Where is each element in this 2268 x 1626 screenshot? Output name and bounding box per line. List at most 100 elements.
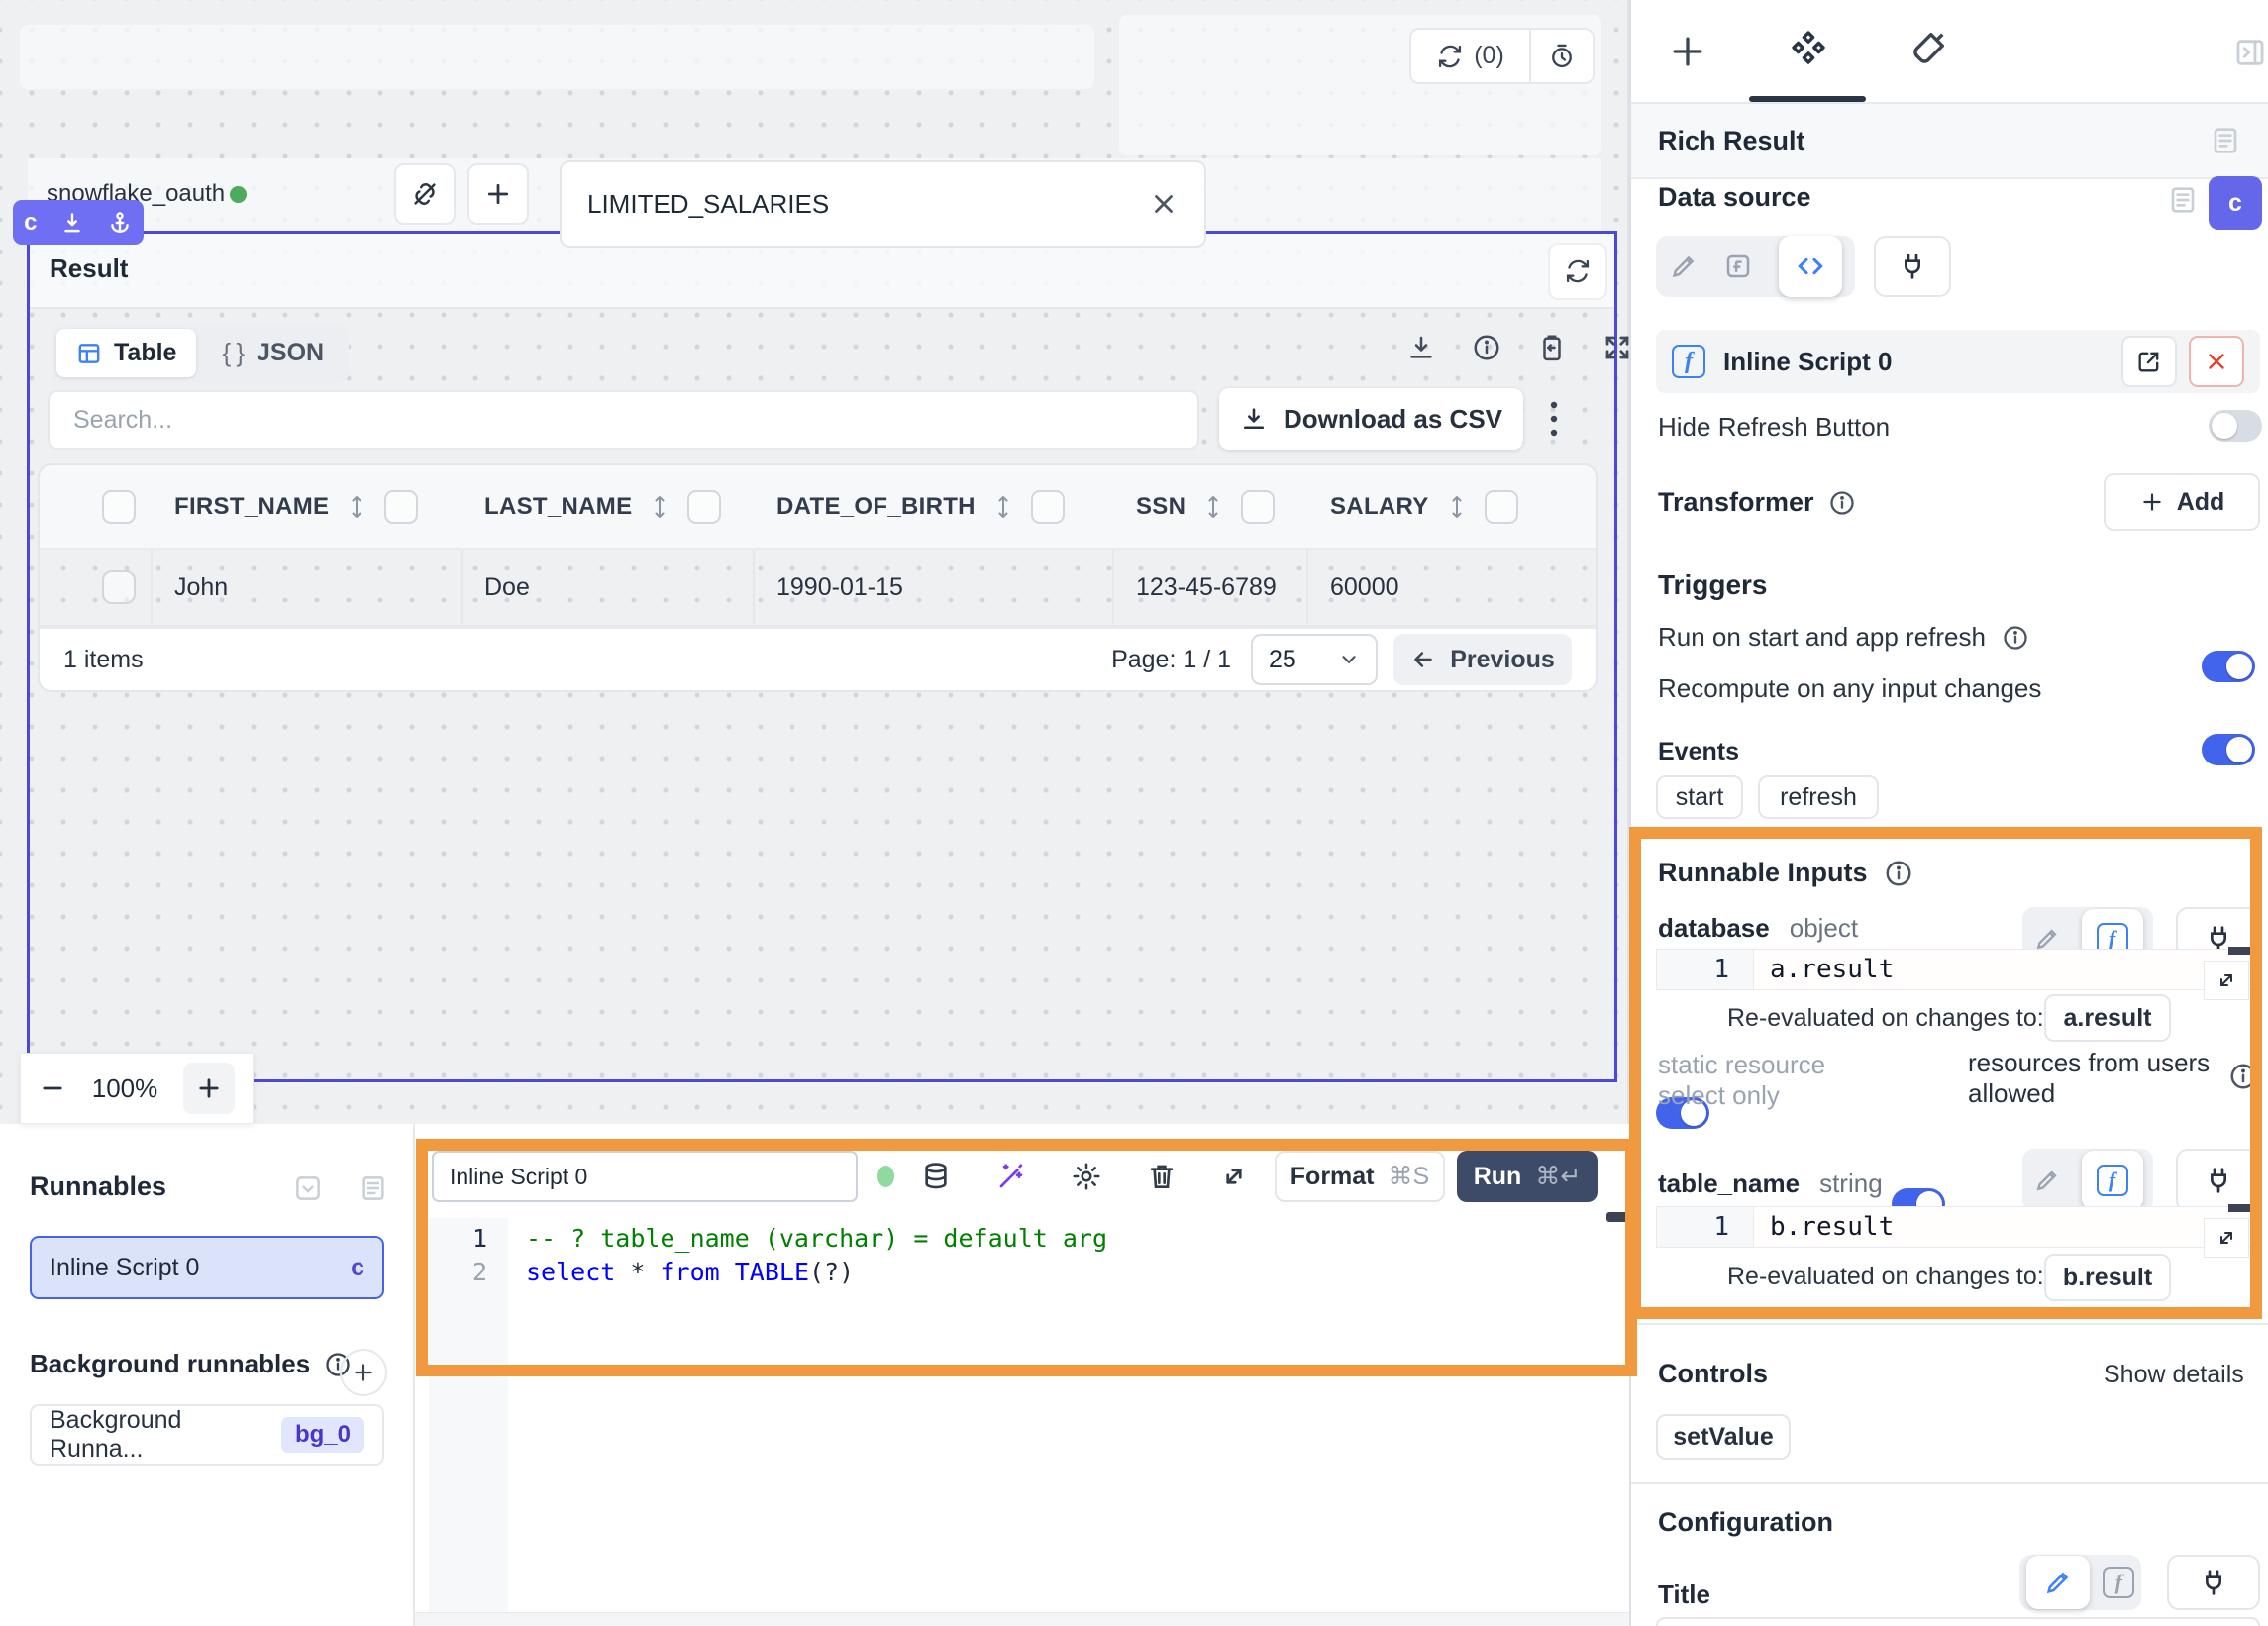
copy-to-clipboard-icon[interactable] (1537, 333, 1567, 362)
column-filter-checkbox[interactable] (687, 490, 721, 524)
collapse-panel-icon[interactable] (293, 1173, 323, 1203)
column-header-first-name[interactable]: FIRST_NAME (174, 465, 418, 548)
table-menu-button[interactable] (1549, 392, 1559, 446)
remove-script-button[interactable] (2189, 336, 2244, 387)
column-filter-checkbox[interactable] (1241, 490, 1275, 524)
input-database-code[interactable]: 1 a.result (1656, 949, 2260, 990)
info-icon[interactable] (1828, 489, 1856, 517)
editor-hscrollbar[interactable] (415, 1612, 1631, 1626)
sort-icon[interactable] (1201, 492, 1225, 522)
database-reeval-target[interactable]: a.result (2044, 994, 2171, 1042)
open-script-button[interactable] (2121, 336, 2177, 387)
column-divider (1306, 550, 1308, 625)
title-connect-button[interactable] (2167, 1555, 2260, 1610)
row-checkbox[interactable] (102, 570, 136, 604)
show-details-link[interactable]: Show details (2104, 1361, 2244, 1389)
info-icon[interactable] (2228, 1062, 2258, 1091)
recompute-toggle[interactable] (2202, 734, 2255, 765)
select-all-checkbox[interactable] (102, 490, 136, 524)
zoom-in-button[interactable] (183, 1063, 235, 1114)
expand-icon[interactable] (1602, 333, 1632, 362)
input-table-name-connect-button[interactable] (2176, 1149, 2260, 1212)
expand-down-icon[interactable] (59, 210, 85, 236)
control-chip-setvalue[interactable]: setValue (1656, 1414, 1791, 1460)
hide-refresh-toggle[interactable] (2209, 410, 2262, 442)
event-chip-refresh[interactable]: refresh (1758, 775, 1879, 819)
add-background-runnable-button[interactable] (340, 1349, 387, 1396)
sort-icon[interactable] (345, 492, 368, 522)
column-divider (151, 550, 153, 625)
ai-wand-icon[interactable] (995, 1161, 1027, 1192)
placeholder-component-top[interactable] (20, 25, 1094, 89)
unlink-button[interactable] (394, 163, 456, 225)
input-table-name-code[interactable]: 1 b.result (1656, 1206, 2260, 1248)
table-name-input[interactable]: LIMITED_SALARIES (560, 160, 1206, 248)
recompute-label: Recompute on any input changes (1658, 673, 2041, 704)
sort-icon[interactable] (1445, 492, 1469, 522)
expand-code-button[interactable] (2204, 1218, 2249, 1258)
database-icon[interactable] (920, 1161, 952, 1192)
anchor-icon[interactable] (107, 210, 133, 236)
column-header-date-of-birth[interactable]: DATE_OF_BIRTH (776, 465, 1065, 548)
expand-editor-icon[interactable] (1219, 1162, 1249, 1191)
script-name-input[interactable]: Inline Script 0 (432, 1151, 858, 1202)
title-input[interactable] (1656, 1617, 2260, 1626)
static-mode-selected[interactable] (2026, 1556, 2090, 1609)
column-header-ssn[interactable]: SSN (1136, 465, 1275, 548)
page-size-select[interactable]: 25 (1251, 634, 1378, 685)
docs-icon[interactable] (359, 1173, 388, 1203)
code-line-1[interactable]: -- ? table_name (varchar) = default arg (526, 1224, 1107, 1253)
format-button[interactable]: Format ⌘S (1275, 1151, 1445, 1202)
settings-tab-icon[interactable] (1785, 28, 1832, 75)
tab-table[interactable]: Table (56, 329, 196, 377)
collapse-sidebar-icon[interactable] (2233, 36, 2267, 69)
delete-script-icon[interactable] (1146, 1161, 1178, 1192)
column-filter-checkbox[interactable] (1031, 490, 1065, 524)
settings-gear-icon[interactable] (1071, 1161, 1102, 1192)
docs-icon[interactable] (2210, 125, 2241, 156)
static-value-pencil-icon[interactable] (2033, 1167, 2061, 1194)
static-value-pencil-icon[interactable] (1669, 252, 1699, 281)
function-mode-selected[interactable]: f (2082, 1151, 2143, 1210)
add-transformer-button[interactable]: Add (2104, 473, 2260, 531)
function-mode-icon[interactable] (1723, 252, 1753, 281)
table-search-input[interactable]: Search... (48, 390, 1199, 450)
code-mode-selected[interactable] (1779, 236, 1842, 297)
result-refresh-button[interactable] (1548, 243, 1607, 300)
clear-input-icon[interactable] (1149, 189, 1179, 219)
table-name-reeval-target[interactable]: b.result (2044, 1254, 2171, 1301)
sort-icon[interactable] (991, 492, 1015, 522)
sort-icon[interactable] (648, 492, 671, 522)
run-on-start-toggle[interactable] (2202, 651, 2255, 682)
connect-input-button[interactable] (1874, 236, 1951, 297)
zoom-out-icon[interactable] (39, 1074, 66, 1102)
run-button[interactable]: Run ⌘↵ (1457, 1151, 1598, 1202)
column-header-salary[interactable]: SALARY (1330, 465, 1518, 548)
info-icon[interactable] (2002, 624, 2029, 652)
info-icon[interactable] (1472, 333, 1501, 362)
add-query-button[interactable] (467, 163, 529, 225)
expand-code-button[interactable] (2204, 961, 2249, 1000)
docs-icon[interactable] (2167, 184, 2199, 216)
app-canvas[interactable]: (0) snowflake_oauth LIMITED_SALARIES Res… (0, 0, 1629, 1124)
refresh-all-button[interactable]: (0) (1411, 42, 1529, 70)
function-mode-icon[interactable]: f (2103, 1567, 2134, 1598)
data-source-script-row[interactable]: f Inline Script 0 (1656, 330, 2260, 393)
download-csv-button[interactable]: Download as CSV (1219, 388, 1523, 450)
theme-tab-icon[interactable] (1904, 28, 1949, 73)
info-icon[interactable] (1884, 859, 1913, 888)
code-line-2[interactable]: select * from TABLE(?) (526, 1258, 854, 1286)
column-filter-checkbox[interactable] (384, 490, 418, 524)
download-icon[interactable] (1406, 333, 1436, 362)
insert-component-tab-icon[interactable] (1666, 30, 1709, 73)
column-filter-checkbox[interactable] (1485, 490, 1518, 524)
column-header-last-name[interactable]: LAST_NAME (484, 465, 721, 548)
table-row[interactable]: John Doe 1990-01-15 123-45-6789 60000 (40, 550, 1596, 627)
previous-page-button[interactable]: Previous (1393, 634, 1572, 685)
event-chip-start[interactable]: start (1656, 775, 1743, 819)
history-button[interactable] (1531, 43, 1593, 70)
rich-result-component[interactable]: Result Table { } JSON (27, 231, 1617, 1082)
tab-json[interactable]: { } JSON (202, 328, 344, 378)
runnable-item-background-0[interactable]: Background Runna... bg_0 (30, 1404, 384, 1466)
runnable-item-inline-script-0[interactable]: Inline Script 0 c (30, 1236, 384, 1299)
